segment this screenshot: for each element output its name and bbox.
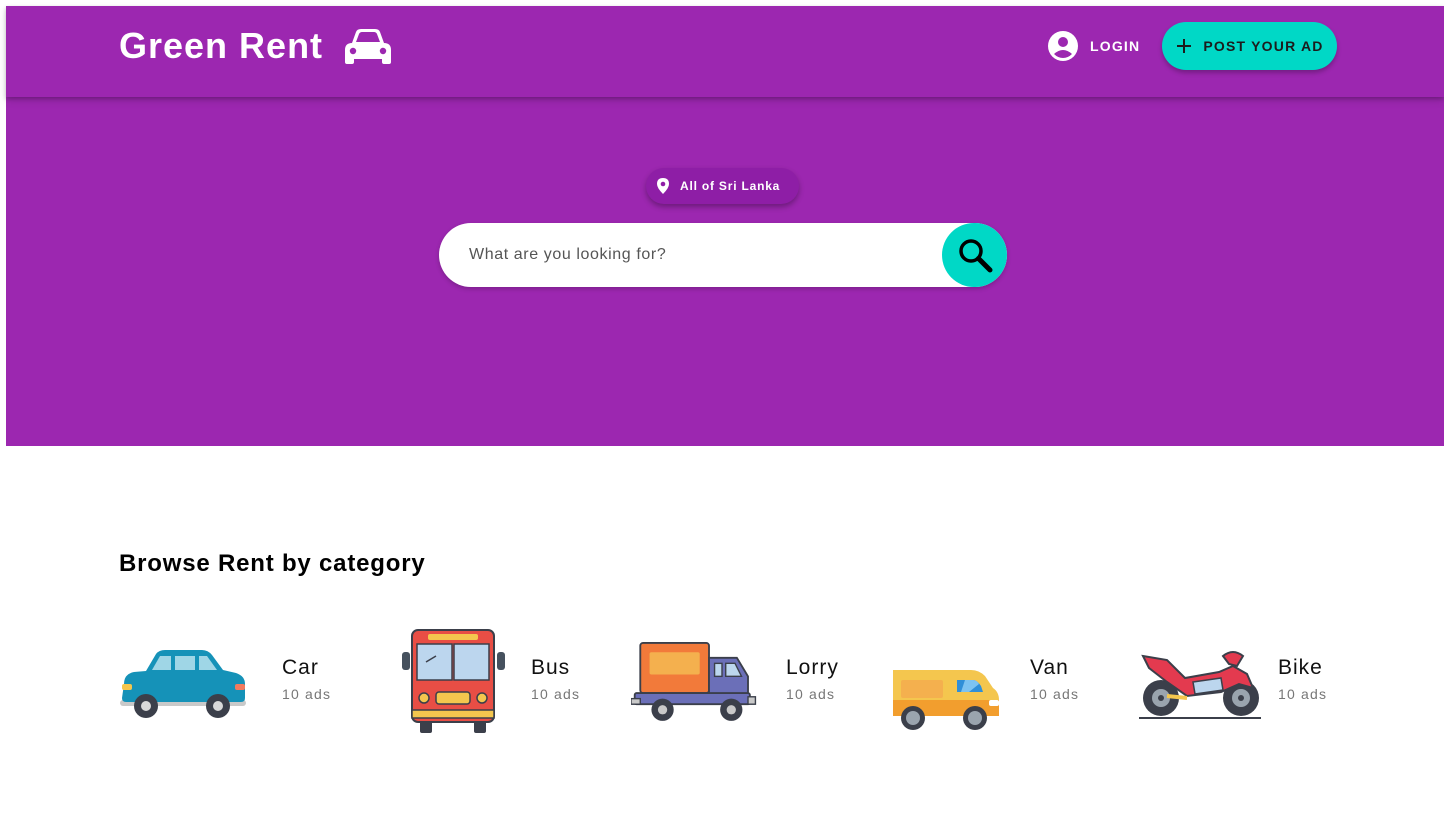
brand-title: Green Rent xyxy=(119,25,324,66)
post-your-ad-label: POST YOUR AD xyxy=(1203,38,1324,54)
section-title: Browse Rent by category xyxy=(119,550,426,577)
login-label: LOGIN xyxy=(1090,38,1141,54)
category-name: Bus xyxy=(531,656,571,679)
car-icon xyxy=(345,29,392,64)
van-illustration-icon xyxy=(893,670,999,730)
page: Green Rent LOGIN POST YOUR AD All of Sri… xyxy=(6,6,1444,831)
search-button[interactable] xyxy=(942,223,1007,287)
location-selector[interactable]: All of Sri Lanka xyxy=(646,168,799,204)
location-label: All of Sri Lanka xyxy=(680,179,781,193)
car-illustration-icon xyxy=(120,650,246,718)
hero-banner: Green Rent LOGIN POST YOUR AD All of Sri… xyxy=(6,6,1444,446)
search-bar xyxy=(439,223,1007,287)
category-count: 10 ads xyxy=(282,686,332,702)
category-name: Lorry xyxy=(786,656,839,679)
account-circle-icon xyxy=(1048,31,1078,61)
search-input[interactable] xyxy=(469,223,939,287)
post-your-ad-button[interactable]: POST YOUR AD xyxy=(1162,22,1337,70)
category-bike[interactable]: Bike 10 ads xyxy=(1137,626,1347,746)
plus-icon xyxy=(1177,39,1192,53)
category-name: Car xyxy=(282,656,319,679)
category-name: Bike xyxy=(1278,656,1323,679)
app-bar: Green Rent LOGIN POST YOUR AD xyxy=(6,6,1444,97)
category-count: 10 ads xyxy=(1278,686,1328,702)
login-button[interactable]: LOGIN xyxy=(1046,29,1140,63)
lorry-illustration-icon xyxy=(631,642,757,721)
motorbike-illustration-icon xyxy=(1139,651,1261,719)
brand[interactable]: Green Rent xyxy=(119,25,393,67)
category-van[interactable]: Van 10 ads xyxy=(889,626,1099,746)
search-icon xyxy=(958,239,992,273)
category-lorry[interactable]: Lorry 10 ads xyxy=(631,626,851,746)
category-count: 10 ads xyxy=(531,686,581,702)
location-pin-icon xyxy=(657,178,669,194)
category-count: 10 ads xyxy=(786,686,836,702)
category-car[interactable]: Car 10 ads xyxy=(118,626,348,746)
bus-illustration-icon xyxy=(402,629,505,733)
category-bus[interactable]: Bus 10 ads xyxy=(400,626,600,746)
category-name: Van xyxy=(1030,656,1069,679)
category-count: 10 ads xyxy=(1030,686,1080,702)
